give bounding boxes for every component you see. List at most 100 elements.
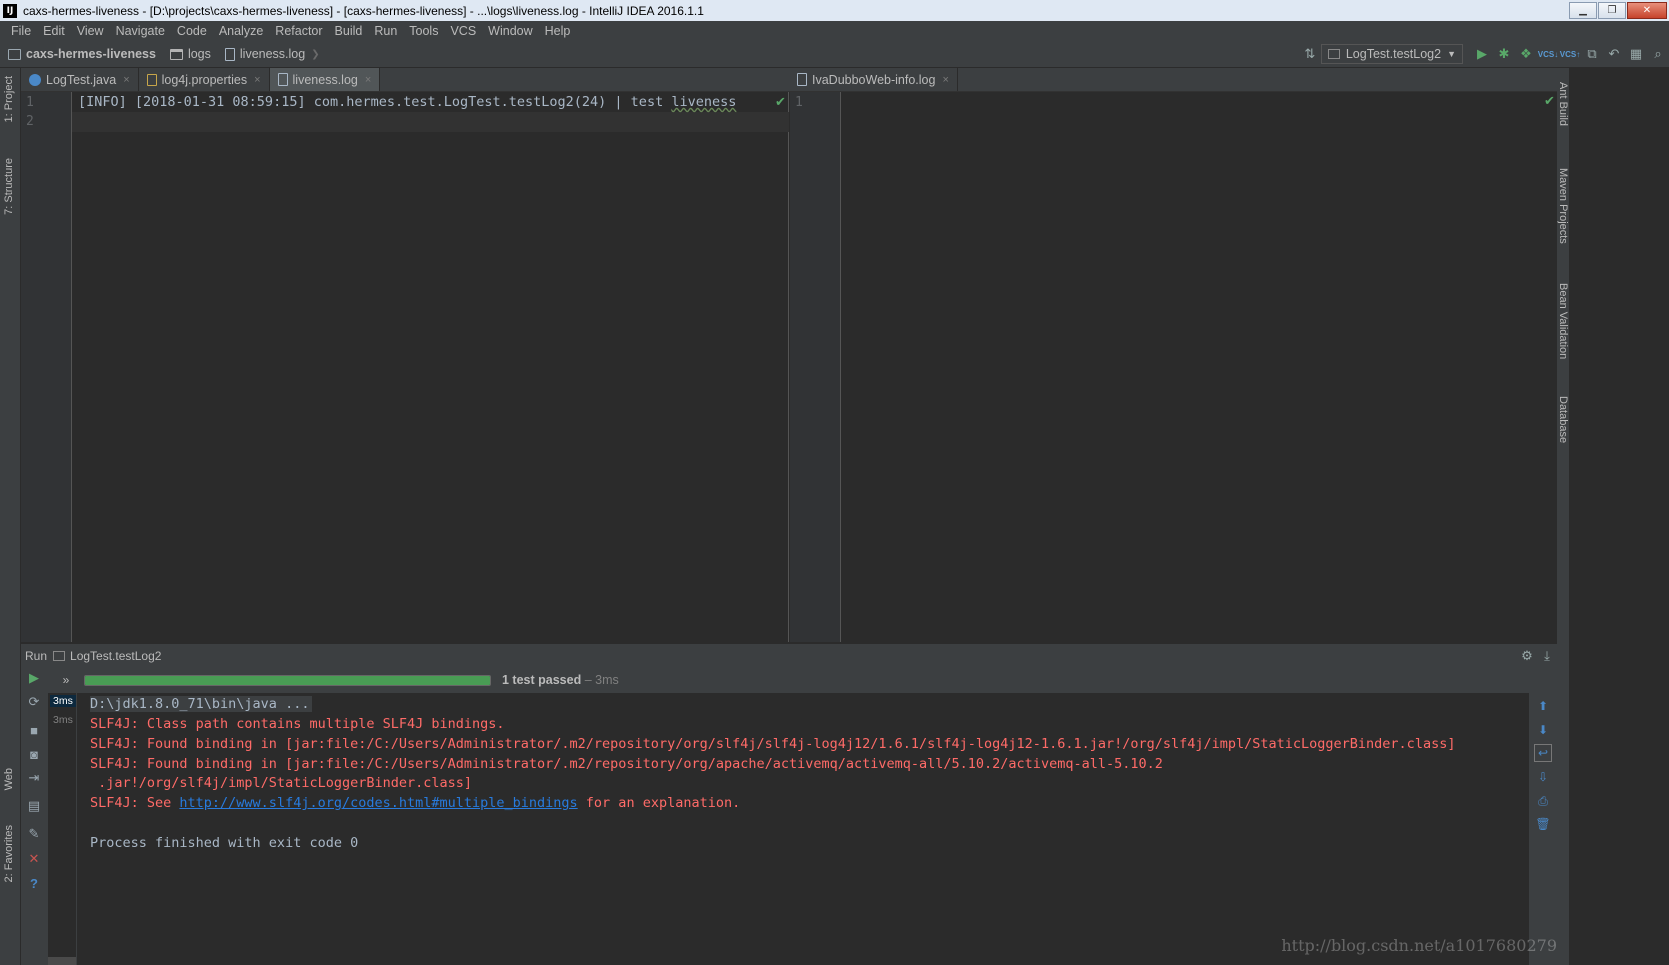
menu-file[interactable]: File bbox=[5, 24, 37, 38]
test-tree-item[interactable]: 3ms bbox=[50, 695, 76, 707]
run-panel-title: Run bbox=[25, 648, 48, 663]
project-tool-button[interactable]: 1: Project bbox=[3, 76, 15, 122]
bean-validation-tool-button[interactable]: Bean Validation bbox=[1557, 283, 1569, 359]
menu-tools[interactable]: Tools bbox=[403, 24, 444, 38]
code-line-1[interactable]: [INFO] [2018-01-31 08:59:15] com.hermes.… bbox=[78, 94, 736, 110]
breadcrumb-file[interactable]: liveness.log ❯ bbox=[217, 47, 326, 61]
spellcheck-word: liveness bbox=[671, 94, 737, 110]
vcs-commit-icon[interactable]: VCS↑ bbox=[1559, 44, 1581, 64]
menu-navigate[interactable]: Navigate bbox=[110, 24, 171, 38]
hide-panel-icon[interactable]: ⤓ bbox=[1537, 648, 1557, 664]
tab-close-icon[interactable]: × bbox=[942, 74, 948, 86]
menu-build[interactable]: Build bbox=[329, 24, 369, 38]
slf4j-docs-link[interactable]: http://www.slf4j.org/codes.html#multiple… bbox=[179, 795, 577, 811]
tab-close-icon[interactable]: × bbox=[365, 74, 371, 86]
web-tool-button[interactable]: Web bbox=[3, 768, 15, 790]
project-structure-icon[interactable]: ▦ bbox=[1625, 44, 1647, 64]
line-number: 1 bbox=[795, 95, 803, 110]
build-icon[interactable]: ⇅ bbox=[1299, 44, 1321, 64]
run-panel-header: Run LogTest.testLog2 ⚙ ⤓ bbox=[21, 643, 1557, 667]
rerun-failed-button[interactable]: ⟳ bbox=[25, 693, 43, 711]
menu-refactor[interactable]: Refactor bbox=[269, 24, 328, 38]
clear-all-button[interactable]: 🗑 bbox=[1534, 815, 1552, 833]
test-tree-item[interactable]: 3ms bbox=[50, 714, 76, 726]
menu-view[interactable]: View bbox=[71, 24, 110, 38]
test-status-text: 1 test passed bbox=[502, 673, 582, 687]
gear-icon[interactable]: ⚙ bbox=[1517, 648, 1537, 664]
project-icon bbox=[8, 48, 21, 60]
exit-icon: ⇥ bbox=[28, 770, 40, 785]
maven-projects-tool-button[interactable]: Maven Projects bbox=[1557, 168, 1569, 244]
scroll-end-icon: ⇩ bbox=[1537, 770, 1549, 784]
editor-right[interactable]: 1 ✔ bbox=[790, 92, 1557, 642]
tab-log4j-properties[interactable]: log4j.properties × bbox=[139, 68, 270, 91]
layout-icon: ▤ bbox=[27, 798, 41, 813]
right-tool-strip: Ant Build Maven Projects Bean Validation… bbox=[1557, 68, 1569, 965]
horizontal-scrollbar[interactable] bbox=[48, 957, 76, 965]
compare-icon[interactable]: ⧉ bbox=[1581, 44, 1603, 64]
menu-edit[interactable]: Edit bbox=[37, 24, 71, 38]
help-button[interactable]: ? bbox=[25, 874, 43, 892]
close-run-button[interactable]: ✕ bbox=[25, 850, 43, 868]
menu-bar: File Edit View Navigate Code Analyze Ref… bbox=[0, 21, 1669, 41]
dump-threads-button[interactable]: ◙ bbox=[25, 745, 43, 763]
menu-code[interactable]: Code bbox=[171, 24, 213, 38]
menu-analyze[interactable]: Analyze bbox=[213, 24, 269, 38]
rerun-failed-icon: ⟳ bbox=[28, 694, 40, 709]
close-button[interactable]: ✕ bbox=[1627, 2, 1667, 19]
text-file-icon bbox=[277, 73, 288, 86]
console-error-line: SLF4J: Found binding in [jar:file:/C:/Us… bbox=[90, 736, 1456, 752]
ant-build-tool-button[interactable]: Ant Build bbox=[1557, 82, 1569, 126]
run-panel-config[interactable]: LogTest.testLog2 bbox=[70, 649, 161, 663]
console-output[interactable]: D:\jdk1.8.0_71\bin\java ... SLF4J: Class… bbox=[78, 693, 1529, 965]
breadcrumb-folder[interactable]: logs bbox=[162, 47, 217, 61]
soft-wrap-button[interactable]: ↩ bbox=[1534, 744, 1552, 762]
scroll-to-end-button[interactable]: ⇩ bbox=[1534, 768, 1552, 786]
search-icon[interactable]: ⌕ bbox=[1647, 44, 1669, 64]
console-command-line[interactable]: D:\jdk1.8.0_71\bin\java ... bbox=[90, 696, 313, 712]
text-file-icon bbox=[797, 73, 807, 86]
tab-ivadubboweb-info-log[interactable]: IvaDubboWeb-info.log × bbox=[789, 68, 958, 91]
menu-run[interactable]: Run bbox=[368, 24, 403, 38]
file-icon bbox=[224, 47, 235, 61]
test-time: 3ms bbox=[595, 673, 619, 687]
breadcrumb-project[interactable]: caxs-hermes-liveness bbox=[0, 47, 162, 61]
maximize-button[interactable]: ❐ bbox=[1598, 2, 1626, 19]
tab-logtest-java[interactable]: LogTest.java × bbox=[21, 68, 139, 91]
menu-help[interactable]: Help bbox=[539, 24, 577, 38]
menu-vcs[interactable]: VCS bbox=[444, 24, 482, 38]
exit-button[interactable]: ⇥ bbox=[25, 769, 43, 787]
close-icon: ✕ bbox=[1642, 5, 1652, 16]
stop-button[interactable]: ■ bbox=[25, 721, 43, 739]
tab-liveness-log[interactable]: liveness.log × bbox=[269, 68, 381, 91]
scroll-up-button[interactable]: ⬆ bbox=[1534, 697, 1552, 715]
run-icon[interactable]: ▶ bbox=[1471, 44, 1493, 64]
coverage-icon[interactable]: ❖ bbox=[1515, 44, 1537, 64]
editor-left[interactable]: 1 2 [INFO] [2018-01-31 08:59:15] com.her… bbox=[21, 92, 789, 642]
tab-label: IvaDubboWeb-info.log bbox=[812, 72, 936, 87]
console-error-line: SLF4J: Found binding in [jar:file:/C:/Us… bbox=[90, 756, 1163, 772]
layout-button[interactable]: ▤ bbox=[25, 797, 43, 815]
stop-icon: ■ bbox=[30, 722, 38, 738]
tab-close-icon[interactable]: × bbox=[123, 74, 129, 86]
run-config-dropdown[interactable]: LogTest.testLog2 ▼ bbox=[1320, 44, 1463, 64]
vcs-update-icon[interactable]: VCS↓ bbox=[1537, 44, 1559, 64]
menu-window[interactable]: Window bbox=[482, 24, 538, 38]
debug-icon[interactable]: ✱ bbox=[1493, 44, 1515, 64]
console-text: for an explanation. bbox=[577, 795, 741, 811]
favorites-tool-button[interactable]: 2: Favorites bbox=[3, 825, 15, 882]
chevron-right-icon: ❯ bbox=[311, 48, 320, 60]
structure-tool-button[interactable]: 7: Structure bbox=[3, 158, 15, 215]
tab-close-icon[interactable]: × bbox=[254, 74, 260, 86]
run-toolbar: ▶ ⟳ ■ ◙ ⇥ ▤ ✎ ✕ ? bbox=[21, 667, 48, 965]
print-button[interactable]: ⎙ bbox=[1534, 792, 1552, 810]
line-number: 1 bbox=[26, 95, 34, 110]
expand-chevron-icon[interactable]: » bbox=[48, 673, 84, 687]
minimize-button[interactable]: ▁ bbox=[1569, 2, 1597, 19]
rerun-button[interactable]: ▶ bbox=[25, 669, 43, 687]
revert-icon[interactable]: ↶ bbox=[1603, 44, 1625, 64]
properties-file-icon bbox=[146, 73, 157, 86]
database-tool-button[interactable]: Database bbox=[1557, 396, 1569, 443]
scroll-down-button[interactable]: ⬇ bbox=[1534, 721, 1552, 739]
pin-button[interactable]: ✎ bbox=[25, 825, 43, 843]
